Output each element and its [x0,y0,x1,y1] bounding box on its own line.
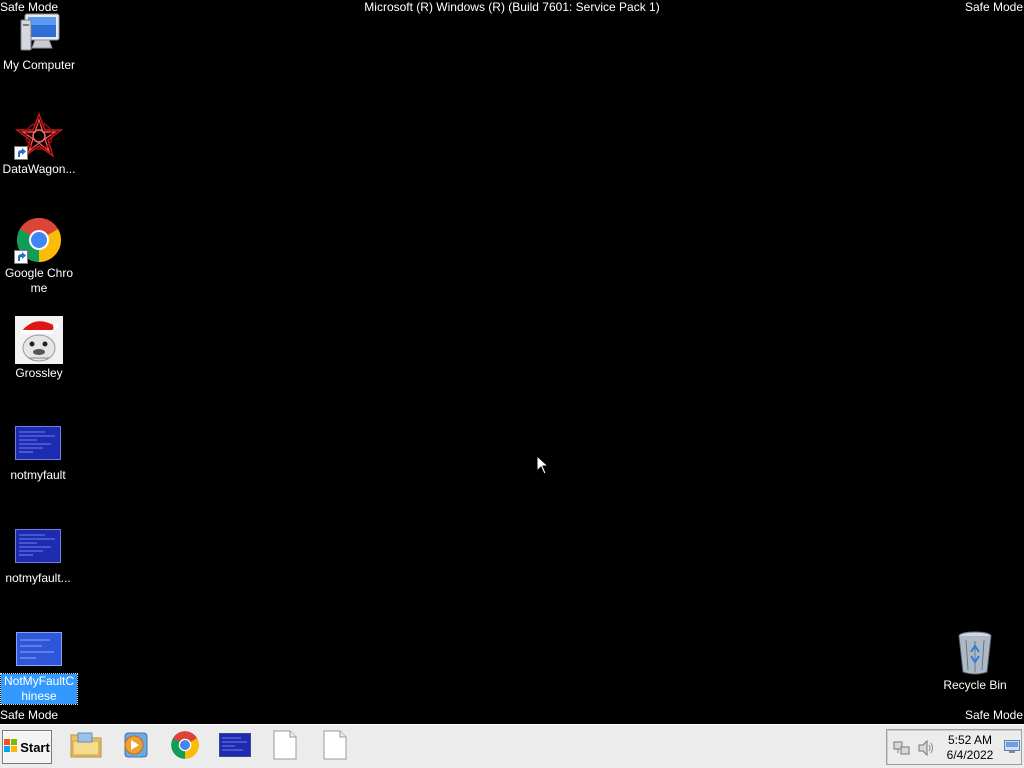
computer-icon [15,8,63,56]
desktop-icon-notmyfault-2[interactable]: notmyfault... [0,525,76,586]
taskbar-item-notmyfault-window[interactable] [212,729,258,765]
bsod-thumbnail-icon [16,632,62,666]
taskbar: Start 5:52 AM 6/4/2022 [0,724,1024,768]
desktop-icon-label: DataWagon... [2,162,76,176]
desktop-icon-label: Grossley [15,366,63,380]
desktop-icon-grossley[interactable]: Grossley [1,316,77,381]
bsod-thumbnail-icon [219,732,251,762]
desktop-icon-label: My Computer [2,58,76,72]
desktop-icon-notmyfault[interactable]: notmyfault [0,422,76,483]
taskbar-item-media-player[interactable] [112,729,158,765]
taskbar-item-chrome[interactable] [162,729,208,765]
taskbar-item-explorer[interactable] [63,729,109,765]
desktop-icon-label: Recycle Bin [943,678,1007,692]
clock-time: 5:52 AM [947,733,993,747]
safe-mode-label-bottom-left: Safe Mode [0,708,59,722]
start-label: Start [20,739,50,755]
desktop-icon-label: NotMyFaultChinese [0,673,78,705]
taskbar-item-blank-doc-2[interactable] [312,729,358,765]
notification-area: 5:52 AM 6/4/2022 [886,729,1022,765]
shortcut-arrow-icon [14,250,28,264]
bsod-thumbnail-icon [15,529,61,563]
desktop-icon-datawagon[interactable]: DataWagon... [1,112,77,177]
desktop-icon-label: Google Chrome [4,266,74,295]
safe-mode-label-bottom-right: Safe Mode [964,708,1023,722]
folder-icon [70,731,102,764]
show-desktop-icon[interactable] [1004,740,1020,759]
desktop-icon-label: notmyfault [10,468,66,482]
desktop[interactable]: Safe Mode Safe Mode Safe Mode Safe Mode … [0,0,1024,724]
grossley-image-icon [15,316,63,364]
network-icon[interactable] [893,739,911,762]
volume-icon[interactable] [917,739,935,762]
document-icon [273,730,297,765]
bsod-thumbnail-icon [15,426,61,460]
recycle-bin-icon [955,630,995,676]
system-clock[interactable]: 5:52 AM 6/4/2022 [939,733,1001,763]
start-button[interactable]: Start [2,730,52,764]
desktop-icon-google-chrome[interactable]: Google Chrome [1,216,77,296]
windows-logo-icon [4,738,18,756]
desktop-icon-label: notmyfault... [5,571,71,585]
mouse-cursor-icon [536,454,550,480]
media-player-icon [121,731,149,764]
windows-build-label: Microsoft (R) Windows (R) (Build 7601: S… [364,0,660,14]
document-icon [323,730,347,765]
shortcut-arrow-icon [14,146,28,160]
desktop-icon-recycle-bin[interactable]: Recycle Bin [937,630,1013,693]
clock-date: 6/4/2022 [946,748,994,762]
taskbar-item-blank-doc-1[interactable] [262,729,308,765]
chrome-icon [170,730,200,765]
desktop-icon-notmyfault-chinese[interactable]: NotMyFaultChinese [0,628,78,705]
chrome-icon [14,216,63,264]
datawagon-icon [14,112,64,160]
desktop-icon-my-computer[interactable]: My Computer [1,8,77,73]
